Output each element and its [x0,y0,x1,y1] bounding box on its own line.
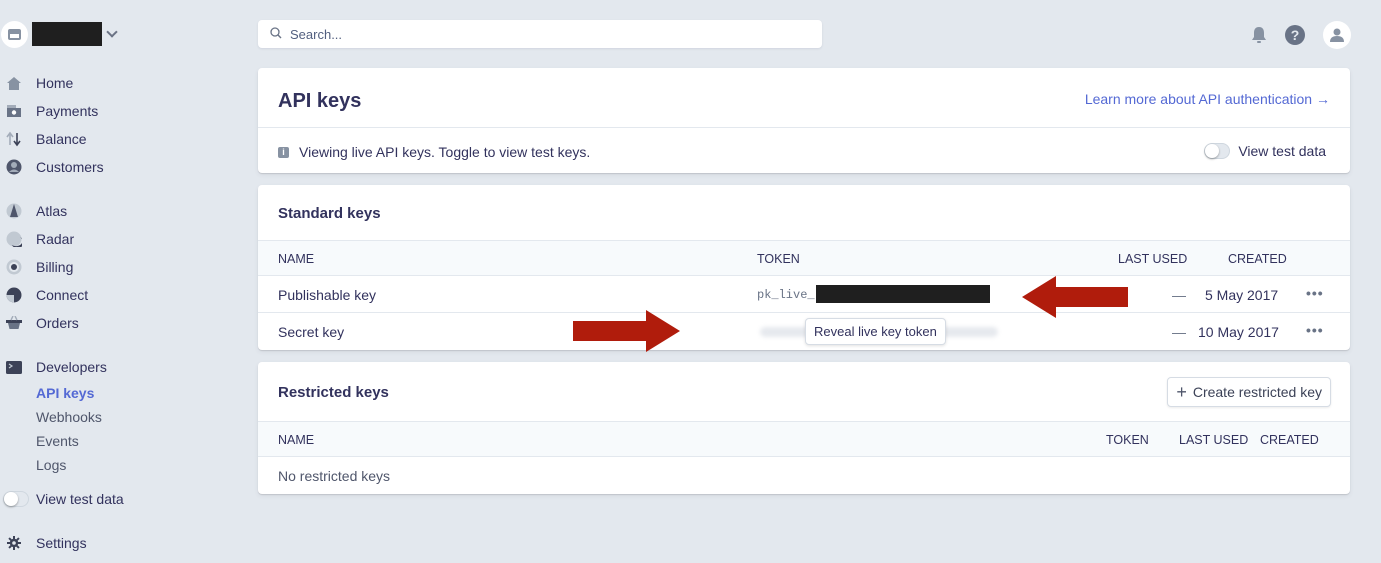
publishable-key-token[interactable]: pk_live_ [757,285,990,304]
radar-icon [6,231,22,247]
created-date: 5 May 2017 [1205,287,1279,303]
table-header: NAME TOKEN LAST USED CREATED [258,240,1350,276]
info-text: Viewing live API keys. Toggle to view te… [299,144,591,160]
sidebar-item-home[interactable]: Home [0,71,73,95]
column-header-name: NAME [278,433,315,447]
sidebar-item-customers[interactable]: Customers [0,155,104,179]
key-name: Secret key [278,324,345,340]
last-used: — [1172,324,1186,340]
sidebar-item-payments[interactable]: Payments [0,99,98,123]
page-title: API keys [278,90,362,112]
divider [258,127,1350,128]
info-banner: i Viewing live API keys. Toggle to view … [278,144,590,160]
plus-icon: + [1176,382,1187,402]
more-options-button[interactable]: ••• [1306,285,1324,301]
sidebar-item-settings[interactable]: Settings [0,531,87,555]
sidebar-item-connect[interactable]: Connect [0,283,88,307]
sidebar-test-data-toggle[interactable]: View test data [0,487,124,511]
key-name: Publishable key [278,287,377,303]
table-row: Publishable key pk_live_ — 5 May 2017 ••… [258,276,1350,313]
column-header-token: TOKEN [1106,433,1149,447]
view-test-data-toggle[interactable]: View test data [1204,143,1326,159]
search-icon [270,26,282,42]
account-switcher[interactable] [0,20,118,48]
sidebar-item-atlas[interactable]: Atlas [0,199,67,223]
account-name-redacted [32,22,102,46]
orders-icon [6,315,22,331]
column-header-last-used: LAST USED [1179,433,1249,447]
store-icon [1,20,28,48]
terminal-icon [6,359,22,375]
sidebar-item-radar[interactable]: Radar [0,227,74,251]
column-header-last-used: LAST USED [1118,252,1188,266]
created-date: 10 May 2017 [1198,324,1279,340]
toggle-label: View test data [1238,143,1326,159]
more-options-button[interactable]: ••• [1306,322,1324,338]
sidebar-item-orders[interactable]: Orders [0,311,79,335]
home-icon [6,75,22,91]
token-redacted [815,285,990,304]
learn-more-link[interactable]: Learn more about API authentication → [1085,91,1330,107]
api-keys-header-card: API keys Learn more about API authentica… [258,68,1350,173]
section-title: Restricted keys [278,384,389,401]
gear-icon [6,535,22,551]
sidebar-item-developers[interactable]: Developers [0,355,107,379]
table-row: Secret key Reveal live key token — 10 Ma… [258,313,1350,350]
user-avatar-icon[interactable] [1323,21,1351,49]
sidebar-item-balance[interactable]: Balance [0,127,87,151]
connect-icon [6,287,22,303]
column-header-name: NAME [278,252,315,266]
sidebar-subitem-logs[interactable]: Logs [36,457,66,473]
section-title: Standard keys [278,205,381,222]
customers-icon [6,159,22,175]
svg-text:?: ? [1291,27,1300,43]
help-icon[interactable]: ? [1285,25,1305,45]
last-used: — [1172,287,1186,303]
info-icon: i [278,146,289,158]
column-header-created: CREATED [1228,252,1287,266]
reveal-secret-key-button[interactable]: Reveal live key token [805,318,946,345]
annotation-arrow-left [1022,276,1128,318]
billing-icon [6,259,22,275]
bell-icon[interactable] [1251,26,1267,44]
search-input[interactable] [290,26,790,42]
toggle-switch[interactable] [3,491,29,507]
sidebar-item-billing[interactable]: Billing [0,255,73,279]
balance-icon [6,131,22,147]
payments-icon [6,103,22,119]
atlas-icon [6,203,22,219]
create-restricted-key-button[interactable]: + Create restricted key [1167,377,1331,407]
chevron-down-icon [106,26,118,38]
column-header-created: CREATED [1260,433,1319,447]
sidebar-subitem-webhooks[interactable]: Webhooks [36,409,102,425]
empty-state-text: No restricted keys [278,468,391,484]
sidebar: Home Payments Balance Customers Atlas Ra… [0,0,240,563]
topbar-actions: ? [1233,21,1351,49]
table-header: NAME TOKEN LAST USED CREATED [258,421,1350,457]
annotation-arrow-right [573,310,680,352]
search-bar[interactable] [258,20,822,48]
sidebar-subitem-events[interactable]: Events [36,433,79,449]
restricted-keys-card: Restricted keys + Create restricted key … [258,362,1350,494]
toggle-switch[interactable] [1204,143,1231,159]
standard-keys-card: Standard keys NAME TOKEN LAST USED CREAT… [258,185,1350,350]
column-header-token: TOKEN [757,252,800,266]
sidebar-subitem-api-keys[interactable]: API keys [36,385,94,401]
